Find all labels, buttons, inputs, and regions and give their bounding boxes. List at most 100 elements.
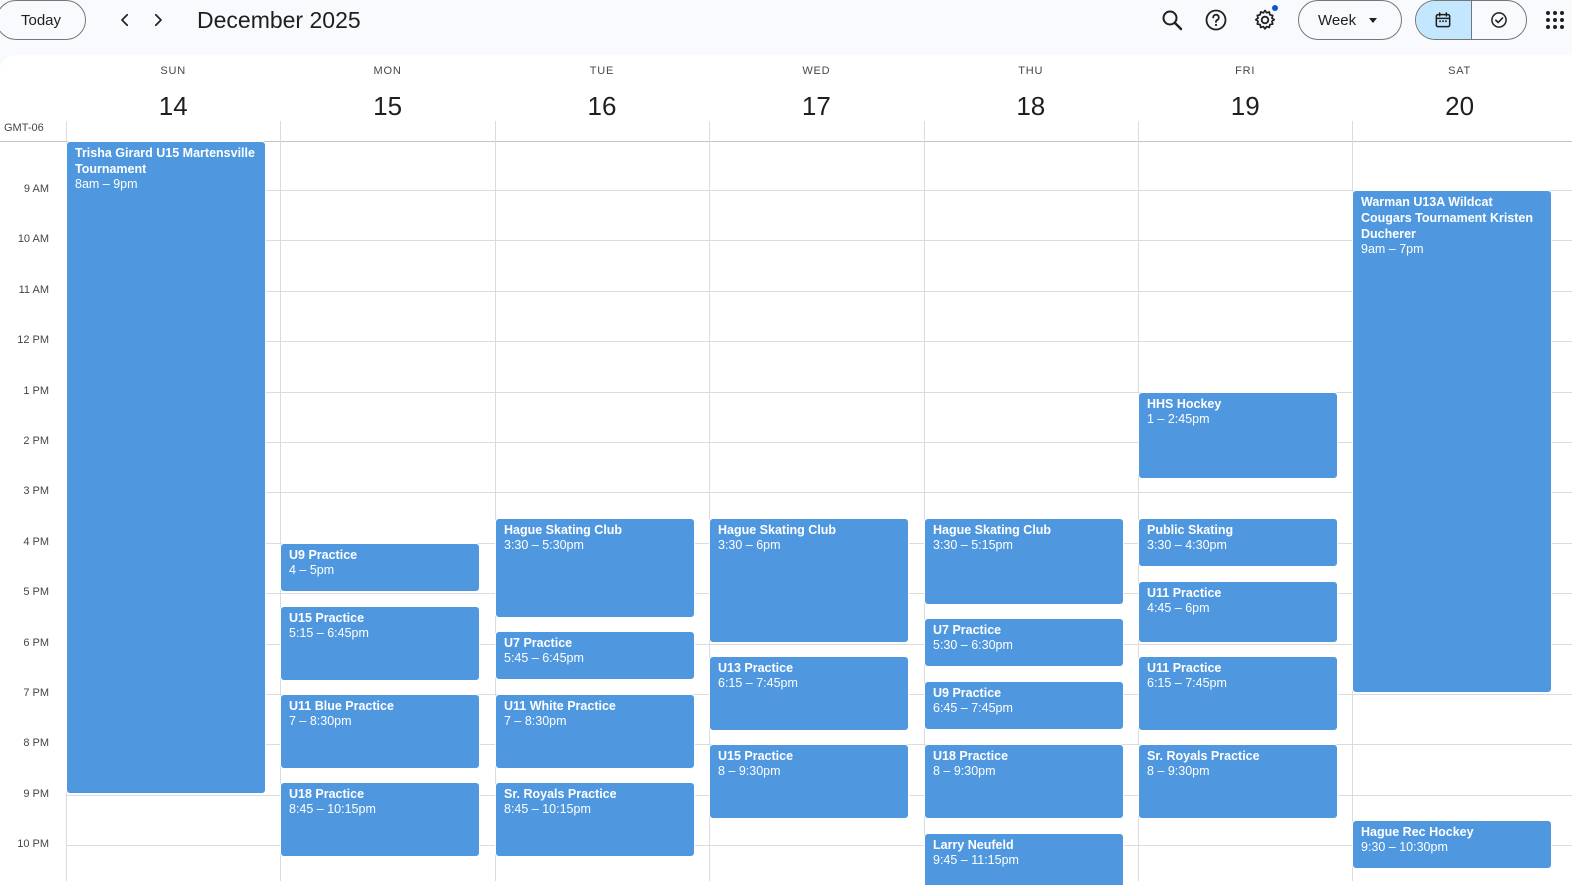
calendar-event[interactable]: Sr. Royals Practice 8 – 9:30pm: [1138, 744, 1338, 819]
event-title: U15 Practice: [289, 611, 365, 625]
calendar-event[interactable]: U18 Practice 8:45 – 10:15pm: [280, 782, 480, 857]
time-label: 5 PM: [23, 586, 49, 598]
calendar-event[interactable]: U11 Practice 6:15 – 7:45pm: [1138, 656, 1338, 731]
hour-gridline: [66, 442, 1572, 443]
time-label: 4 PM: [23, 536, 49, 548]
search-button[interactable]: [1157, 5, 1187, 35]
event-time: 5:15 – 6:45pm: [289, 626, 369, 640]
calendar-event[interactable]: Trisha Girard U15 Martensville Tournamen…: [66, 141, 266, 794]
event-time: 9:45 – 11:15pm: [933, 853, 1019, 867]
event-time: 9:30 – 10:30pm: [1361, 840, 1448, 854]
calendar-event[interactable]: HHS Hockey 1 – 2:45pm: [1138, 392, 1338, 479]
calendar-event[interactable]: Larry Neufeld 9:45 – 11:15pm: [924, 833, 1124, 885]
day-of-week-label: FRI: [1235, 65, 1256, 77]
event-title: U9 Practice: [289, 548, 358, 562]
settings-button[interactable]: [1250, 5, 1280, 35]
event-title: Hague Skating Club: [718, 523, 837, 537]
event-time: 4 – 5pm: [289, 563, 335, 577]
calendar-event[interactable]: Hague Skating Club 3:30 – 6pm: [709, 518, 909, 643]
day-of-week-label: SUN: [160, 65, 186, 77]
day-number[interactable]: 20: [1352, 91, 1566, 122]
calendar-event[interactable]: Hague Rec Hockey 9:30 – 10:30pm: [1352, 820, 1552, 869]
day-of-week-label: TUE: [589, 65, 615, 77]
next-week-button[interactable]: [142, 4, 174, 36]
previous-week-button[interactable]: [109, 4, 141, 36]
calendar-icon: [1435, 12, 1451, 28]
hour-gridline: [66, 492, 1572, 493]
time-label: 8 PM: [23, 737, 49, 749]
event-time: 3:30 – 5:15pm: [933, 538, 1013, 552]
week-calendar-grid: GMT-06 SUN 14 MON 15 TUE 16 WED 17 THU 18 FRI 19 SAT…: [0, 55, 1572, 885]
tasks-view-toggle[interactable]: [1472, 1, 1527, 39]
check-circle-icon: [1490, 12, 1507, 28]
calendar-event[interactable]: U7 Practice 5:45 – 6:45pm: [495, 631, 695, 680]
calendar-event[interactable]: U11 White Practice 7 – 8:30pm: [495, 694, 695, 769]
time-label: 1 PM: [23, 385, 49, 397]
chevron-left-icon: [121, 13, 129, 27]
time-label: 2 PM: [23, 435, 49, 447]
time-label: 3 PM: [23, 485, 49, 497]
time-label: 11 AM: [18, 284, 49, 296]
day-number[interactable]: 19: [1138, 91, 1352, 122]
event-time: 3:30 – 4:30pm: [1147, 538, 1227, 552]
calendar-event[interactable]: Sr. Royals Practice 8:45 – 10:15pm: [495, 782, 695, 857]
time-label: 9 AM: [23, 183, 49, 195]
event-time: 6:45 – 7:45pm: [933, 701, 1013, 715]
day-number[interactable]: 17: [709, 91, 923, 122]
chevron-right-icon: [154, 13, 162, 27]
day-of-week-label: WED: [802, 65, 831, 77]
event-title: Public Skating: [1147, 523, 1234, 537]
event-title: Larry Neufeld: [933, 838, 1014, 852]
event-time: 7 – 8:30pm: [289, 714, 352, 728]
event-title: U13 Practice: [718, 661, 794, 675]
event-title: U18 Practice: [933, 749, 1009, 763]
event-title: U15 Practice: [718, 749, 794, 763]
event-time: 6:15 – 7:45pm: [1147, 676, 1227, 690]
calendar-event[interactable]: Public Skating 3:30 – 4:30pm: [1138, 518, 1338, 567]
event-title: Sr. Royals Practice: [1147, 749, 1260, 763]
view-selector-label: Week: [1318, 11, 1357, 29]
hour-gridline: [66, 392, 1572, 393]
time-label: 10 PM: [17, 838, 49, 850]
calendar-event[interactable]: U18 Practice 8 – 9:30pm: [924, 744, 1124, 819]
calendar-event[interactable]: Hague Skating Club 3:30 – 5:30pm: [495, 518, 695, 618]
help-button[interactable]: [1201, 5, 1231, 35]
time-label: 10 AM: [17, 233, 49, 245]
calendar-event[interactable]: U9 Practice 6:45 – 7:45pm: [924, 681, 1124, 730]
day-number[interactable]: 15: [280, 91, 494, 122]
event-time: 4:45 – 6pm: [1147, 601, 1210, 615]
apps-grid-icon[interactable]: [1545, 10, 1565, 30]
event-time: 8 – 9:30pm: [718, 764, 781, 778]
day-number[interactable]: 14: [66, 91, 280, 122]
event-time: 3:30 – 5:30pm: [504, 538, 584, 552]
event-time: 5:45 – 6:45pm: [504, 651, 584, 665]
day-number[interactable]: 18: [924, 91, 1138, 122]
event-title: U18 Practice: [289, 787, 365, 801]
event-title: Sr. Royals Practice: [504, 787, 617, 801]
today-button[interactable]: Today: [0, 0, 86, 40]
calendar-event[interactable]: U7 Practice 5:30 – 6:30pm: [924, 618, 1124, 667]
calendar-event[interactable]: Warman U13A Wildcat Cougars Tournament K…: [1352, 190, 1552, 693]
calendar-event[interactable]: U15 Practice 5:15 – 6:45pm: [280, 606, 480, 681]
event-title: HHS Hockey: [1147, 397, 1222, 411]
calendar-event[interactable]: U11 Practice 4:45 – 6pm: [1138, 581, 1338, 643]
hour-gridline: [66, 240, 1572, 241]
day-number[interactable]: 16: [495, 91, 709, 122]
hour-gridline: [66, 291, 1572, 292]
event-title: U11 White Practice: [504, 699, 616, 713]
event-time: 6:15 – 7:45pm: [718, 676, 798, 690]
calendar-event[interactable]: U11 Blue Practice 7 – 8:30pm: [280, 694, 480, 769]
event-title: Trisha Girard U15 Martensville Tournamen…: [75, 146, 255, 176]
search-icon: [1162, 10, 1183, 31]
event-title: Hague Skating Club: [933, 523, 1052, 537]
calendar-event[interactable]: U13 Practice 6:15 – 7:45pm: [709, 656, 909, 731]
day-of-week-label: MON: [373, 65, 402, 77]
time-label: 6 PM: [23, 637, 49, 649]
event-title: U9 Practice: [933, 686, 1002, 700]
calendar-event[interactable]: U9 Practice 4 – 5pm: [280, 543, 480, 592]
view-selector[interactable]: Week: [1298, 0, 1402, 40]
hour-gridline: [66, 190, 1572, 191]
calendar-event[interactable]: Hague Skating Club 3:30 – 5:15pm: [924, 518, 1124, 605]
calendar-view-toggle[interactable]: [1416, 1, 1472, 39]
calendar-event[interactable]: U15 Practice 8 – 9:30pm: [709, 744, 909, 819]
